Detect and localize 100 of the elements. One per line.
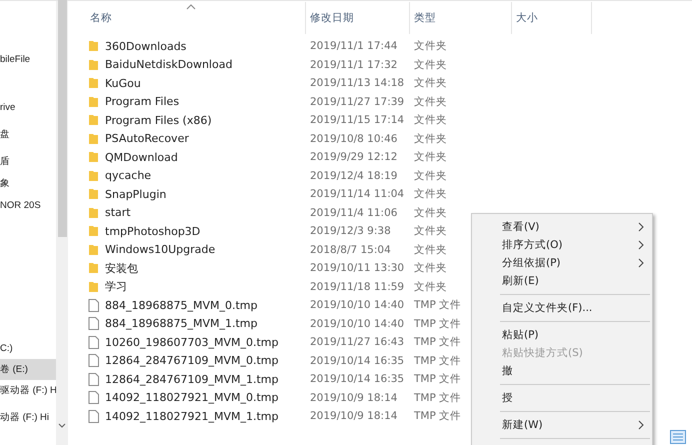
date-cell-text: 2019/10/9 18:14 — [309, 410, 398, 422]
menu-item[interactable]: 粘贴(P) — [472, 326, 652, 344]
nav-item[interactable]: 盾 — [0, 151, 56, 172]
file-name-cell[interactable]: Program Files (x86) — [86, 114, 306, 127]
type-cell-text: TMP 文件 — [413, 409, 462, 424]
file-name-cell[interactable]: 360Downloads — [86, 40, 306, 53]
date-cell-text: 2019/10/10 14:40 — [309, 299, 404, 312]
date-cell-text: 2019/11/14 11:04 — [309, 188, 404, 200]
date-cell-text: 2019/10/14 16:35 — [309, 354, 404, 367]
menu-item[interactable]: 授 — [472, 389, 652, 407]
menu-item-label: 新建(W) — [502, 418, 543, 432]
file-name-cell[interactable]: KuGou — [86, 76, 306, 90]
date-cell-text: 2019/11/27 17:39 — [309, 96, 404, 108]
menu-item-label: 排序方式(O) — [502, 238, 562, 252]
column-header[interactable]: 修改日期 — [306, 2, 410, 34]
file-name-cell[interactable]: 学习 — [86, 279, 306, 294]
type-cell-text: 文件夹 — [413, 113, 447, 128]
file-name-cell[interactable]: 14092_118027921_MVM_1.tmp — [86, 410, 306, 423]
folder-icon — [88, 280, 99, 293]
menu-item-label: 授 — [502, 391, 513, 405]
column-header[interactable]: 大小 — [512, 2, 592, 34]
scrollbar-thumb[interactable] — [58, 0, 66, 237]
column-header[interactable]: 类型 — [410, 2, 512, 34]
file-name: KuGou — [105, 76, 141, 90]
file-name: 12864_284767109_MVM_0.tmp — [105, 354, 278, 368]
nav-item[interactable]: C:) — [0, 338, 56, 359]
file-name-cell[interactable]: 884_18968875_MVM_1.tmp — [86, 317, 306, 330]
date-cell-text: 2019/11/4 11:06 — [309, 206, 398, 219]
type-cell-text: TMP 文件 — [413, 316, 462, 331]
menu-item-label: 自定义文件夹(F)... — [502, 301, 592, 315]
menu-item[interactable]: 排序方式(O) — [472, 236, 652, 254]
menu-item[interactable]: 分组依据(P) — [472, 254, 652, 272]
file-name: tmpPhotoshop3D — [105, 224, 200, 238]
menu-item-label: 粘贴快捷方式(S) — [502, 346, 583, 360]
chevron-right-icon — [638, 420, 644, 430]
file-name-cell[interactable]: 884_18968875_MVM_0.tmp — [86, 298, 306, 312]
type-cell-text: 文件夹 — [413, 39, 447, 54]
file-name-cell[interactable]: tmpPhotoshop3D — [86, 224, 306, 238]
nav-item[interactable]: 动器 (F:) Hi — [0, 407, 56, 428]
type-cell-text: 文件夹 — [413, 261, 447, 276]
folder-icon — [88, 96, 99, 108]
scrollbar[interactable] — [56, 1, 68, 445]
folder-icon — [88, 244, 99, 256]
file-name: 884_18968875_MVM_0.tmp — [105, 298, 258, 312]
file-icon — [88, 298, 99, 312]
file-name-cell[interactable]: SnapPlugin — [86, 188, 306, 201]
file-name-cell[interactable]: 安装包 — [86, 260, 306, 276]
type-cell-text: TMP 文件 — [413, 354, 462, 368]
folder-icon — [88, 225, 99, 238]
file-icon — [88, 336, 99, 349]
nav-item[interactable]: 驱动器 (F:) H — [0, 380, 56, 401]
nav-item[interactable]: 象 — [0, 173, 56, 194]
file-name-cell[interactable]: 12864_284767109_MVM_0.tmp — [86, 354, 306, 368]
scroll-down-icon[interactable] — [58, 423, 66, 429]
nav-item[interactable]: rive — [0, 97, 56, 118]
file-name-cell[interactable]: 14092_118027921_MVM_0.tmp — [86, 391, 306, 404]
nav-item[interactable]: 卷 (E:) — [0, 359, 56, 380]
folder-icon — [88, 40, 99, 52]
file-name: 学习 — [105, 279, 127, 294]
file-name: BaiduNetdiskDownload — [105, 58, 232, 72]
details-view-icon[interactable] — [670, 430, 686, 444]
column-header[interactable]: 名称 — [86, 2, 306, 34]
type-cell-text: TMP 文件 — [413, 390, 462, 405]
type-cell-text: TMP 文件 — [413, 372, 462, 386]
menu-item[interactable]: 撤 — [472, 362, 652, 380]
nav-item[interactable]: 盘 — [0, 124, 56, 145]
date-cell-text: 2019/11/13 14:18 — [309, 77, 404, 90]
file-name-cell[interactable]: Program Files — [86, 95, 306, 108]
menu-item[interactable]: 查看(V) — [472, 218, 652, 236]
nav-item[interactable]: bileFile — [0, 49, 56, 70]
file-name-cell[interactable]: PSAutoRecover — [86, 132, 306, 146]
date-cell-text: 2019/10/8 10:46 — [309, 132, 398, 145]
file-name: 12864_284767109_MVM_1.tmp — [105, 372, 278, 386]
type-cell-text: 文件夹 — [413, 242, 447, 257]
file-name-cell[interactable]: Windows10Upgrade — [86, 243, 306, 256]
file-name: start — [105, 206, 131, 220]
date-cell-text: 2019/11/27 16:43 — [309, 336, 404, 348]
file-name-cell[interactable]: qycache — [86, 169, 306, 182]
folder-icon — [88, 151, 99, 164]
file-name-cell[interactable]: QMDownload — [86, 150, 306, 164]
file-name: 14092_118027921_MVM_1.tmp — [105, 410, 278, 423]
menu-item[interactable]: 自定义文件夹(F)... — [472, 299, 652, 317]
menu-item[interactable]: 刷新(E) — [472, 272, 652, 290]
folder-icon — [88, 206, 99, 219]
nav-item[interactable]: NOR 20S — [0, 195, 56, 216]
folder-icon — [88, 114, 99, 126]
type-cell-text: 文件夹 — [413, 206, 447, 220]
file-name-cell[interactable]: 10260_198607703_MVM_0.tmp — [86, 336, 306, 349]
file-name-cell[interactable]: start — [86, 206, 306, 220]
type-cell-text: TMP 文件 — [413, 335, 462, 350]
file-name-cell[interactable]: BaiduNetdiskDownload — [86, 58, 306, 72]
date-cell-text: 2019/11/1 17:44 — [309, 40, 398, 52]
menu-item[interactable]: 新建(W) — [472, 416, 652, 434]
date-cell-text: 2019/12/4 18:19 — [309, 170, 398, 182]
sort-ascending-icon — [186, 4, 196, 10]
file-icon — [88, 391, 99, 404]
date-cell-text: 2019/10/9 18:14 — [309, 392, 398, 404]
file-name-cell[interactable]: 12864_284767109_MVM_1.tmp — [86, 372, 306, 386]
file-name: SnapPlugin — [105, 188, 166, 201]
type-cell-text: 文件夹 — [413, 280, 447, 294]
